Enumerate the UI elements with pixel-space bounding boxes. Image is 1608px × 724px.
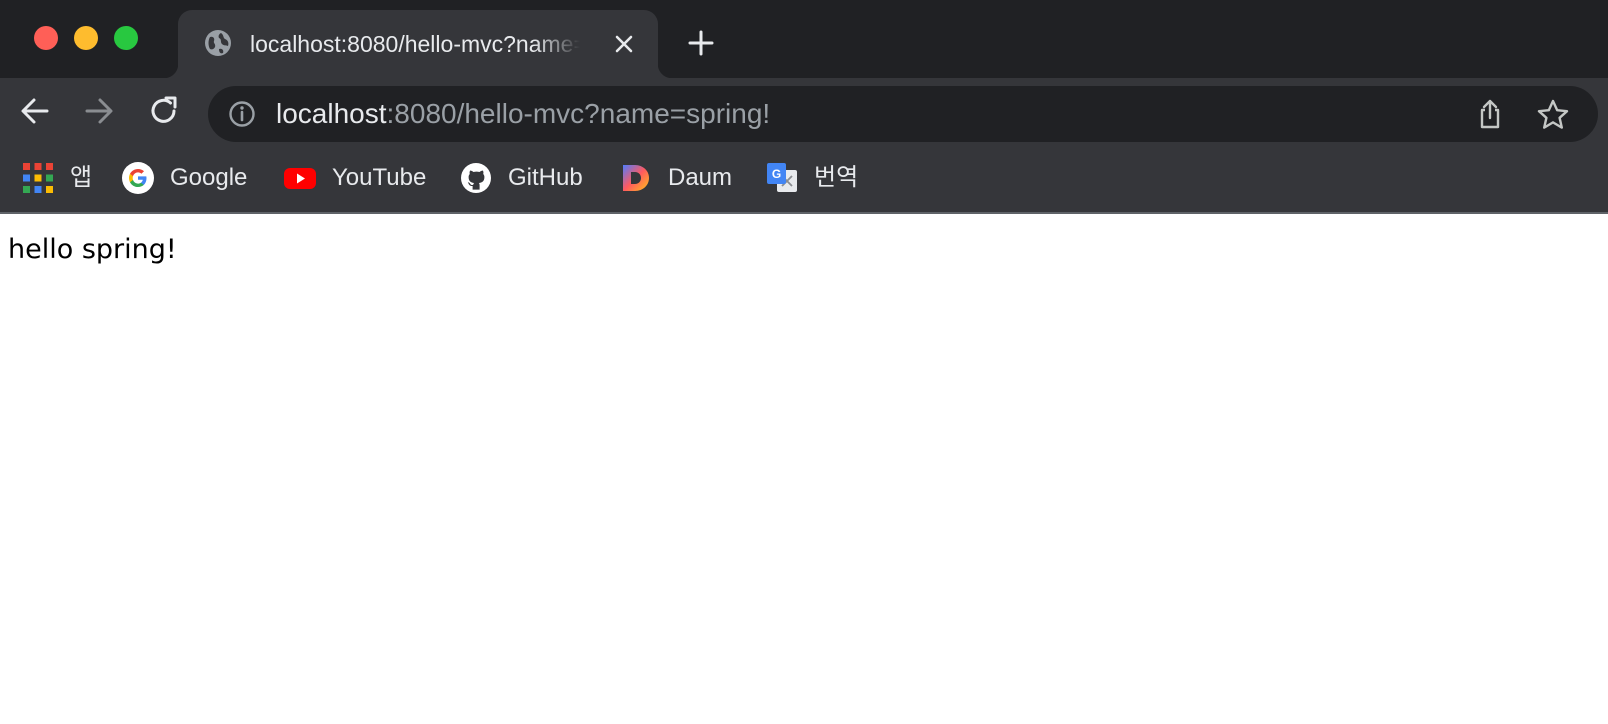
info-icon[interactable] (228, 100, 256, 128)
apps-grid-icon (23, 163, 53, 193)
url-text[interactable]: localhost:8080/hello-mvc?name=spring! (276, 97, 770, 131)
bookmarks-bar: 앱 Google YouTube GitHub Daum G 번역 (0, 144, 1608, 214)
window-close-button[interactable] (34, 26, 58, 50)
globe-icon (205, 30, 231, 56)
address-bar[interactable]: localhost:8080/hello-mvc?name=spring! (208, 86, 1598, 142)
active-tab[interactable]: localhost:8080/hello-mvc?name=spring! (164, 10, 672, 78)
tab-title: localhost:8080/hello-mvc?name=spring! (250, 31, 580, 57)
star-icon[interactable] (1536, 98, 1570, 132)
youtube-icon (284, 168, 316, 189)
url-host: localhost (276, 98, 387, 129)
daum-icon (623, 165, 649, 191)
forward-icon[interactable] (82, 94, 116, 128)
bookmark-google[interactable]: Google (122, 158, 247, 198)
url-path: :8080/hello-mvc?name=spring! (386, 98, 771, 129)
window-maximize-button[interactable] (114, 26, 138, 50)
bookmark-github[interactable]: GitHub (460, 158, 583, 198)
bookmark-label: YouTube (332, 164, 427, 191)
bookmark-apps[interactable]: 앱 (22, 158, 92, 198)
page-body-text: hello spring! (8, 234, 177, 265)
reload-icon[interactable] (147, 94, 181, 128)
bookmark-label: GitHub (508, 164, 583, 191)
tab-strip: localhost:8080/hello-mvc?name=spring! (0, 0, 1608, 78)
bookmark-translate[interactable]: G 번역 (766, 158, 858, 198)
bookmark-label: Daum (668, 164, 733, 191)
close-icon[interactable] (610, 30, 638, 58)
page-content: hello spring! (0, 214, 1608, 724)
bookmark-label: Google (170, 164, 248, 191)
bookmark-label: 앱 (70, 164, 93, 191)
bookmark-youtube[interactable]: YouTube (284, 158, 426, 198)
toolbar: localhost:8080/hello-mvc?name=spring! (0, 78, 1608, 144)
bookmark-daum[interactable]: Daum (620, 158, 732, 198)
svg-text:G: G (772, 167, 781, 181)
window-minimize-button[interactable] (74, 26, 98, 50)
translate-icon: G (767, 163, 797, 192)
google-icon (122, 162, 154, 194)
new-tab-icon[interactable] (686, 28, 716, 58)
bookmark-label: 번역 (814, 164, 859, 191)
github-icon (461, 163, 491, 193)
back-icon[interactable] (18, 94, 52, 128)
share-icon[interactable] (1474, 98, 1506, 130)
